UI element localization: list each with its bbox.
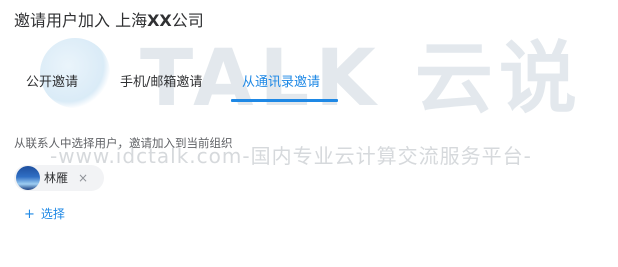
remove-user-close-icon[interactable]: × bbox=[78, 165, 88, 191]
active-tab-indicator bbox=[231, 99, 338, 102]
select-users-button[interactable]: + 选择 bbox=[24, 205, 65, 224]
invite-dialog: TALK 云说 -www.idctalk.com-国内专业云计算交流服务平台- … bbox=[0, 0, 618, 267]
avatar bbox=[16, 166, 40, 190]
dialog-title-suffix: 公司 bbox=[171, 11, 204, 30]
tab-phone-email-invite[interactable]: 手机/邮箱邀请 bbox=[120, 66, 202, 100]
select-users-label: 选择 bbox=[40, 207, 65, 221]
selected-user-name: 林雁 bbox=[44, 171, 69, 185]
plus-icon: + bbox=[24, 207, 35, 222]
tab-public-invite[interactable]: 公开邀请 bbox=[26, 66, 78, 100]
invite-tabs: 公开邀请 手机/邮箱邀请 从通讯录邀请 bbox=[14, 66, 354, 102]
tab-contacts-invite[interactable]: 从通讯录邀请 bbox=[242, 66, 320, 100]
dialog-title-company: XX bbox=[147, 11, 172, 30]
dialog-title: 邀请用户加入 上海XX公司 bbox=[14, 10, 204, 32]
dialog-title-prefix: 邀请用户加入 上海 bbox=[14, 11, 148, 30]
selected-user-chip: 林雁 × bbox=[14, 165, 104, 191]
contacts-hint-text: 从联系人中选择用户，邀请加入到当前组织 bbox=[14, 136, 233, 150]
